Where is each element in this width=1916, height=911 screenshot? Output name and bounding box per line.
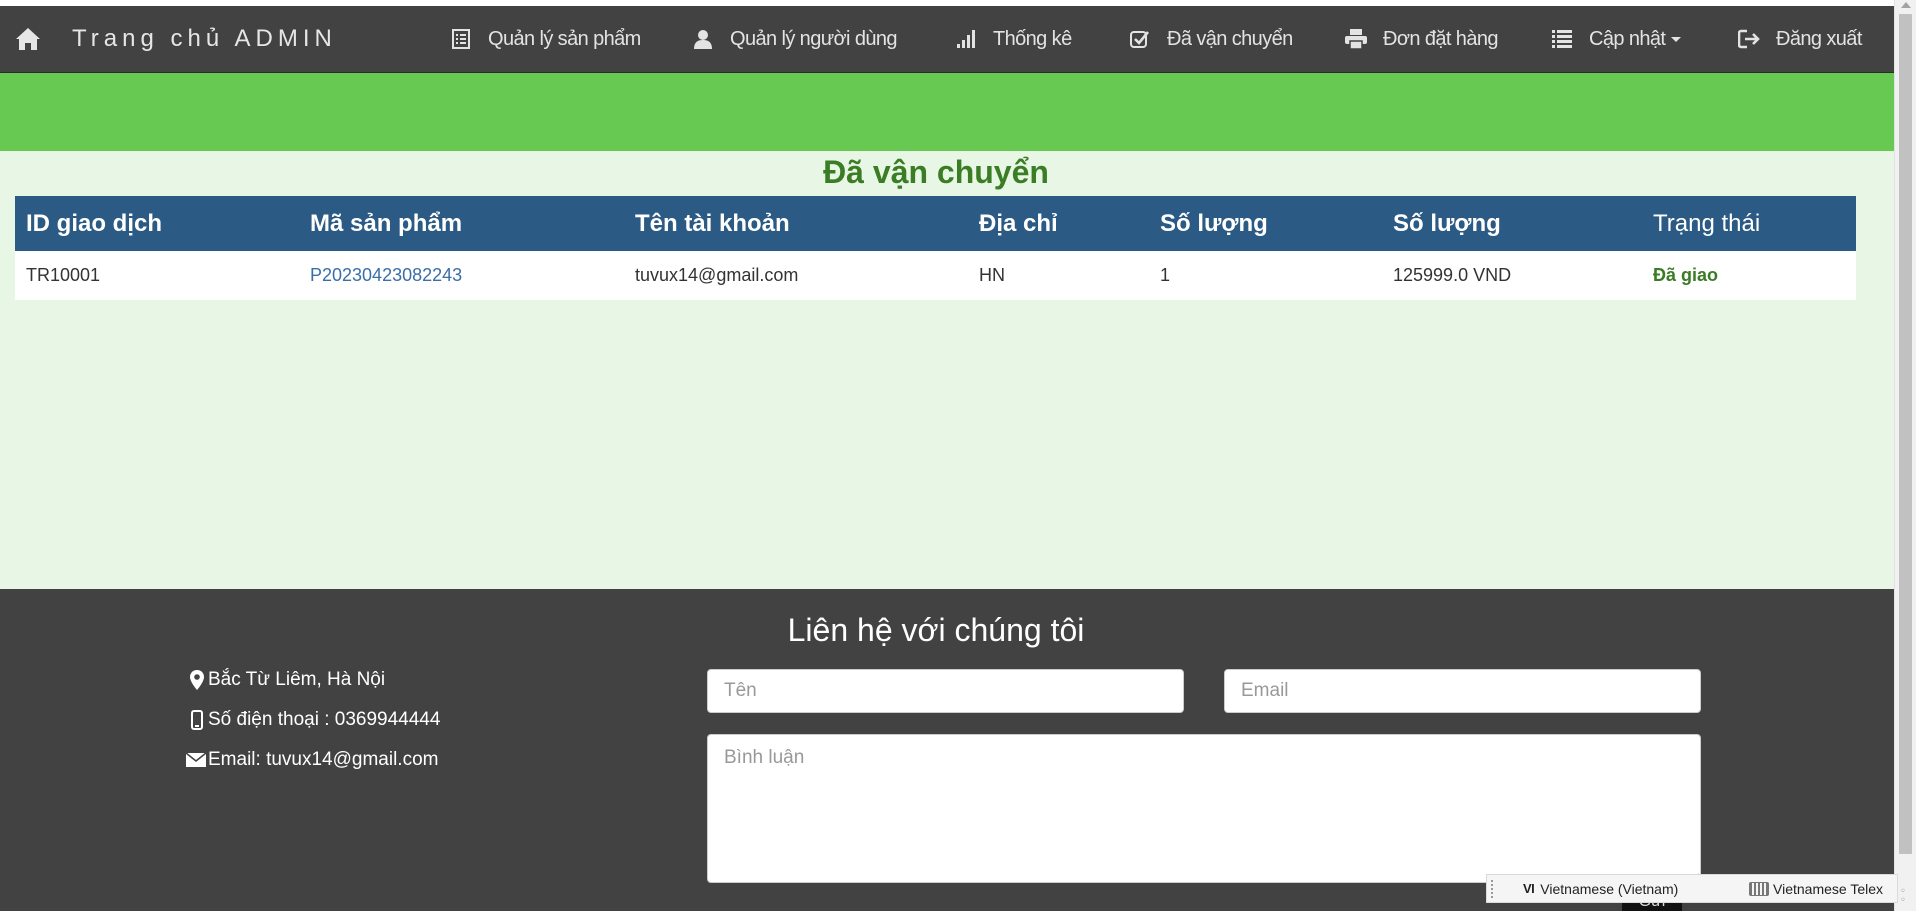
nav-item-shipped[interactable]: Đã vận chuyển bbox=[1129, 6, 1293, 72]
contact-email: Email: tuvux14@gmail.com bbox=[186, 749, 438, 771]
nav-item-label: Đã vận chuyển bbox=[1167, 27, 1293, 50]
phone-icon bbox=[188, 710, 206, 730]
home-icon[interactable] bbox=[14, 25, 42, 53]
contact-email-text: Email: tuvux14@gmail.com bbox=[208, 749, 439, 770]
page-title: Đã vận chuyển bbox=[823, 154, 1049, 190]
page-viewport: Trang chủ ADMIN Quản lý sản phẩm Quản lý… bbox=[0, 0, 1895, 911]
footer-title: Liên hệ với chúng tôi bbox=[787, 612, 1085, 648]
cell-account: tuvux14@gmail.com bbox=[624, 251, 968, 300]
ime-language-code: VI bbox=[1523, 881, 1535, 896]
ime-keyboard-selector[interactable]: Vietnamese Telex bbox=[1749, 881, 1883, 897]
cell-transaction-id: TR10001 bbox=[15, 251, 299, 300]
ime-language-bar: VI Vietnamese (Vietnam) Vietnamese Telex bbox=[1486, 874, 1898, 903]
nav-item-label: Đơn đặt hàng bbox=[1383, 27, 1498, 50]
table-header-row: ID giao dịch Mã sản phẩm Tên tài khoản Đ… bbox=[15, 196, 1856, 251]
contact-address: Bắc Từ Liêm, Hà Nội bbox=[188, 669, 385, 691]
navbar: Trang chủ ADMIN Quản lý sản phẩm Quản lý… bbox=[0, 6, 1895, 73]
scrollbar-thumb[interactable] bbox=[1899, 14, 1912, 854]
drag-handle-icon[interactable] bbox=[1491, 879, 1499, 898]
contact-phone: Số điện thoại : 0369944444 bbox=[188, 709, 440, 731]
user-icon bbox=[692, 28, 714, 50]
envelope-icon bbox=[186, 750, 206, 770]
scroll-up-icon[interactable] bbox=[1901, 2, 1911, 8]
ime-language-selector[interactable]: VI Vietnamese (Vietnam) bbox=[1523, 881, 1678, 897]
list-icon bbox=[1551, 28, 1573, 50]
nav-item-users[interactable]: Quản lý người dùng bbox=[692, 6, 898, 72]
column-header: Mã sản phẩm bbox=[299, 196, 624, 251]
cell-quantity: 1 bbox=[1149, 251, 1382, 300]
map-marker-icon bbox=[188, 670, 206, 690]
nav-item-label: Cập nhật bbox=[1589, 27, 1666, 50]
brand-label[interactable]: Trang chủ ADMIN bbox=[72, 25, 337, 53]
column-header: Số lượng bbox=[1382, 196, 1642, 251]
nav-item-orders[interactable]: Đơn đặt hàng bbox=[1345, 6, 1498, 72]
name-input[interactable] bbox=[707, 669, 1184, 713]
column-header: Trạng thái bbox=[1642, 196, 1856, 251]
contact-phone-text: Số điện thoại : 0369944444 bbox=[208, 709, 441, 730]
product-link[interactable]: P20230423082243 bbox=[310, 265, 462, 285]
shipped-orders-table: ID giao dịch Mã sản phẩm Tên tài khoản Đ… bbox=[15, 196, 1856, 300]
navbar-brand[interactable]: Trang chủ ADMIN bbox=[14, 6, 337, 72]
table-row: TR10001 P20230423082243 tuvux14@gmail.co… bbox=[15, 251, 1856, 300]
ime-language-name: Vietnamese (Vietnam) bbox=[1540, 880, 1679, 897]
ime-keyboard-name: Vietnamese Telex bbox=[1773, 880, 1883, 897]
green-banner bbox=[0, 73, 1895, 151]
resize-grip-icon: ◦ ◦ bbox=[1900, 886, 1906, 906]
nav-item-label: Thống kê bbox=[993, 27, 1072, 50]
cell-address: HN bbox=[968, 251, 1149, 300]
check-icon bbox=[1129, 28, 1151, 50]
column-header: Địa chỉ bbox=[968, 196, 1149, 251]
status-badge: Đã giao bbox=[1642, 251, 1856, 300]
contact-address-text: Bắc Từ Liêm, Hà Nội bbox=[208, 669, 386, 690]
email-input[interactable] bbox=[1224, 669, 1701, 713]
column-header: Tên tài khoản bbox=[624, 196, 968, 251]
nav-item-label: Quản lý người dùng bbox=[730, 27, 898, 50]
cell-product-code: P20230423082243 bbox=[299, 251, 624, 300]
nav-item-label: Quản lý sản phẩm bbox=[488, 27, 641, 50]
comment-textarea[interactable] bbox=[707, 734, 1701, 883]
log-out-icon bbox=[1738, 28, 1760, 50]
nav-item-update-dropdown[interactable]: Cập nhật bbox=[1551, 6, 1682, 72]
nav-item-logout[interactable]: Đăng xuất bbox=[1738, 6, 1862, 72]
column-header: Số lượng bbox=[1149, 196, 1382, 251]
caret-down-icon bbox=[1671, 36, 1682, 42]
signal-icon bbox=[955, 28, 977, 50]
keyboard-icon bbox=[1749, 881, 1769, 896]
column-header: ID giao dịch bbox=[15, 196, 299, 251]
print-icon bbox=[1345, 28, 1367, 50]
nav-item-products[interactable]: Quản lý sản phẩm bbox=[450, 6, 641, 72]
nav-item-statistics[interactable]: Thống kê bbox=[955, 6, 1072, 72]
nav-item-label: Đăng xuất bbox=[1776, 27, 1862, 50]
list-alt-icon bbox=[450, 28, 472, 50]
vertical-scrollbar[interactable]: ◦ ◦ bbox=[1894, 0, 1916, 911]
cell-price: 125999.0 VND bbox=[1382, 251, 1642, 300]
